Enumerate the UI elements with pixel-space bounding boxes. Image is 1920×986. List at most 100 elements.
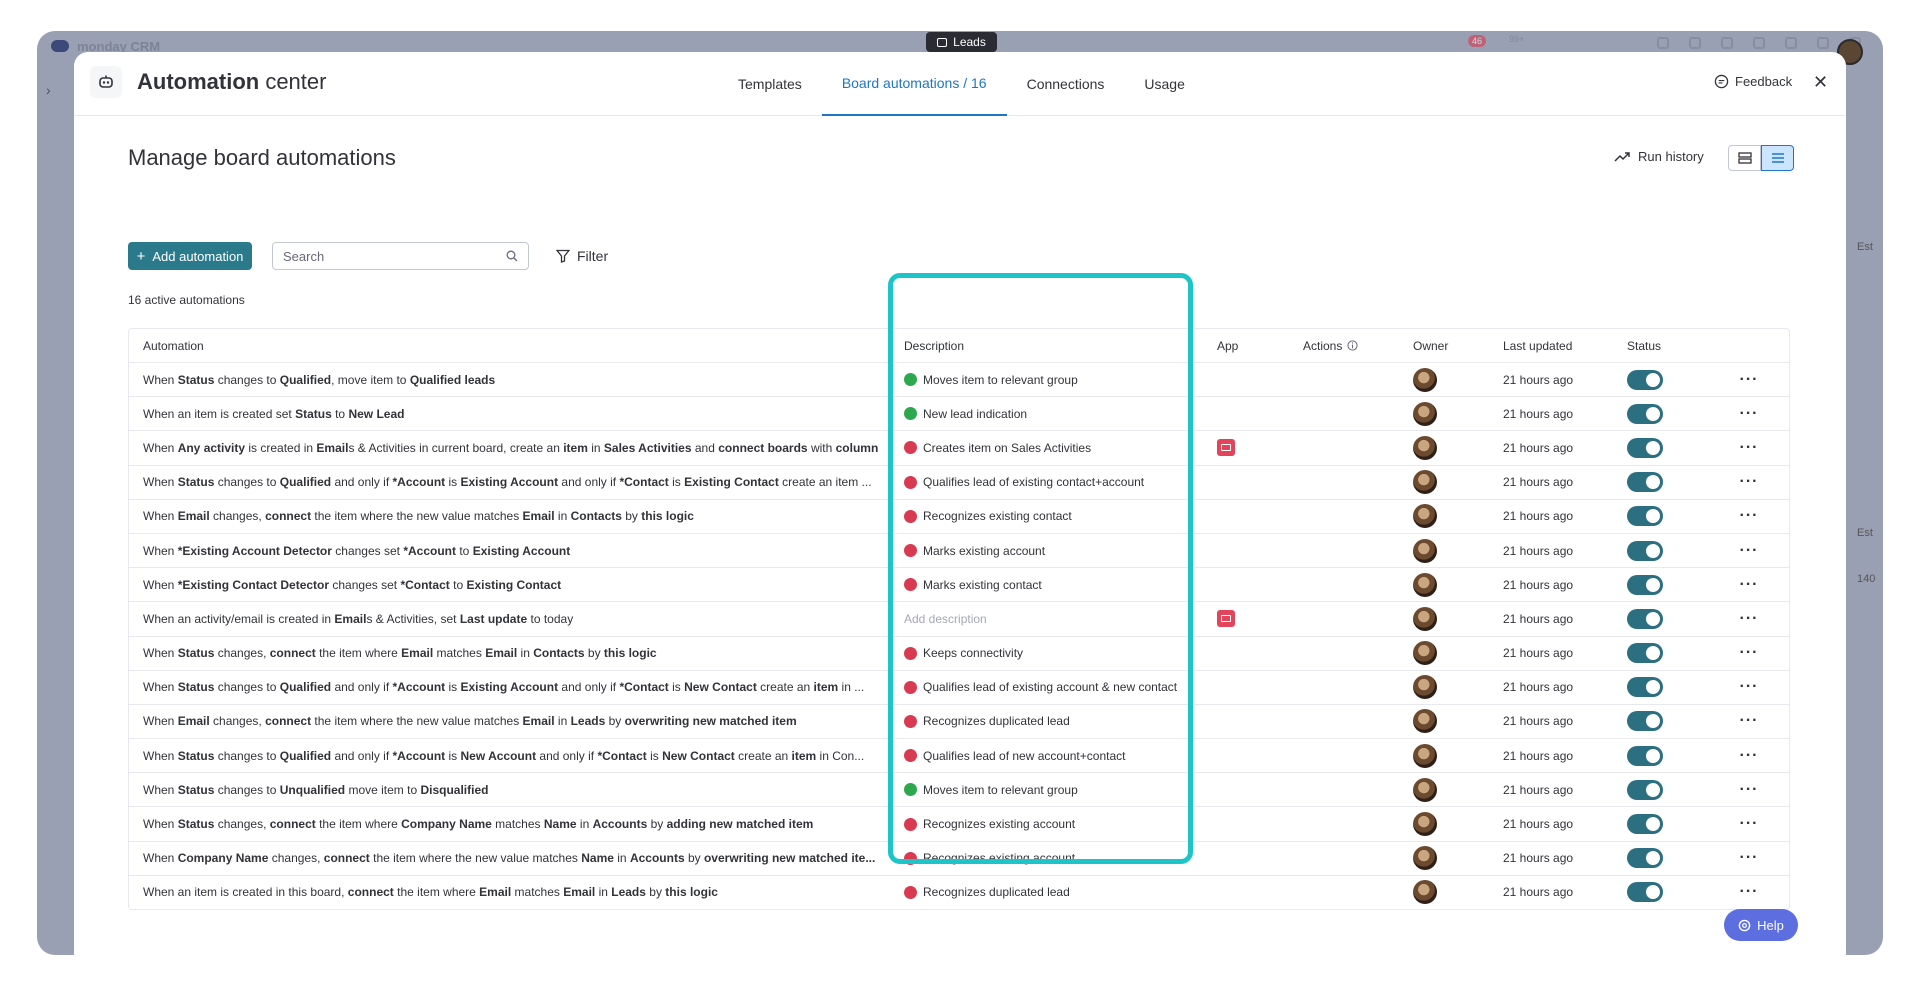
apps-icon[interactable]	[1753, 37, 1765, 49]
help-button[interactable]: Help	[1724, 909, 1798, 941]
automation-description[interactable]: Marks existing account	[889, 544, 1193, 558]
status-toggle[interactable]	[1627, 711, 1663, 732]
table-row[interactable]: When an activity/email is created in Ema…	[129, 601, 1789, 635]
inbox-icon[interactable]	[1689, 37, 1701, 49]
automation-recipe[interactable]: When Any activity is created in Emails &…	[129, 441, 889, 455]
table-row[interactable]: When Email changes, connect the item whe…	[129, 498, 1789, 533]
search-input[interactable]	[283, 248, 483, 264]
tab-board-automations[interactable]: Board automations / 16	[821, 52, 1007, 116]
automation-description[interactable]: Recognizes existing account	[889, 851, 1193, 865]
automation-recipe[interactable]: When Status changes, connect the item wh…	[129, 817, 889, 831]
card-view-icon[interactable]	[1728, 145, 1761, 171]
table-row[interactable]: When Status changes to Qualified and onl…	[129, 464, 1789, 499]
run-history-button[interactable]: Run history	[1614, 149, 1704, 164]
table-row[interactable]: When *Existing Account Detector changes …	[129, 532, 1789, 567]
tab-connections[interactable]: Connections	[1007, 52, 1125, 116]
table-row[interactable]: When Status changes to Qualified and onl…	[129, 738, 1789, 772]
automation-recipe[interactable]: When Email changes, connect the item whe…	[129, 714, 889, 728]
table-row[interactable]: When Company Name changes, connect the i…	[129, 840, 1789, 875]
status-toggle[interactable]	[1627, 848, 1663, 869]
add-automation-button[interactable]: + Add automation	[128, 242, 252, 270]
automation-description[interactable]: Qualifies lead of new account+contact	[889, 749, 1193, 763]
automation-description[interactable]: Recognizes duplicated lead	[889, 714, 1193, 728]
close-icon[interactable]: ✕	[1813, 72, 1828, 93]
info-icon[interactable]	[1347, 340, 1358, 351]
automation-recipe[interactable]: When Status changes to Qualified, move i…	[129, 373, 889, 387]
column-header-automation[interactable]: Automation	[129, 339, 889, 353]
column-header-owner[interactable]: Owner	[1413, 339, 1503, 353]
automation-description[interactable]: Recognizes duplicated lead	[889, 885, 1193, 899]
automation-recipe[interactable]: When an item is created in this board, c…	[129, 885, 889, 899]
tab-usage[interactable]: Usage	[1124, 52, 1204, 116]
table-row[interactable]: When Status changes, connect the item wh…	[129, 635, 1789, 670]
sidebar-expand-chevron-icon[interactable]: ›	[46, 82, 51, 98]
automation-recipe[interactable]: When Status changes to Unqualified move …	[129, 783, 889, 797]
automation-description[interactable]: Moves item to relevant group	[889, 373, 1193, 387]
automation-recipe[interactable]: When Status changes to Qualified and onl…	[129, 475, 889, 489]
automation-recipe[interactable]: When *Existing Account Detector changes …	[129, 544, 889, 558]
list-view-icon[interactable]	[1761, 145, 1794, 171]
automation-description[interactable]: Add description	[889, 612, 1193, 626]
more-options-icon[interactable]: ···	[1719, 576, 1779, 594]
table-row[interactable]: When Status changes to Qualified and onl…	[129, 669, 1789, 704]
automation-recipe[interactable]: When *Existing Contact Detector changes …	[129, 578, 889, 592]
table-row[interactable]: When Any activity is created in Emails &…	[129, 430, 1789, 464]
status-toggle[interactable]	[1627, 608, 1663, 629]
status-toggle[interactable]	[1627, 437, 1663, 458]
status-toggle[interactable]	[1627, 506, 1663, 527]
more-options-icon[interactable]: ···	[1719, 712, 1779, 730]
more-options-icon[interactable]: ···	[1719, 883, 1779, 901]
more-options-icon[interactable]: ···	[1719, 849, 1779, 867]
automation-description[interactable]: Qualifies lead of existing account & new…	[889, 680, 1193, 694]
automation-recipe[interactable]: When Status changes to Qualified and onl…	[129, 680, 889, 694]
more-options-icon[interactable]: ···	[1719, 507, 1779, 525]
more-options-icon[interactable]: ···	[1719, 439, 1779, 457]
status-toggle[interactable]	[1627, 369, 1663, 390]
automation-recipe[interactable]: When an item is created set Status to Ne…	[129, 407, 889, 421]
column-header-actions[interactable]: Actions	[1303, 339, 1413, 353]
help-icon[interactable]	[1817, 37, 1829, 49]
more-options-icon[interactable]: ···	[1719, 678, 1779, 696]
filter-button[interactable]: Filter	[556, 248, 608, 264]
tab-templates[interactable]: Templates	[718, 52, 822, 116]
table-row[interactable]: When *Existing Contact Detector changes …	[129, 567, 1789, 601]
status-toggle[interactable]	[1627, 814, 1663, 835]
more-options-icon[interactable]: ···	[1719, 781, 1779, 799]
status-toggle[interactable]	[1627, 745, 1663, 766]
table-row[interactable]: When an item is created in this board, c…	[129, 874, 1789, 909]
automation-recipe[interactable]: When an activity/email is created in Ema…	[129, 612, 889, 626]
notification-icon[interactable]	[1657, 37, 1669, 49]
automation-recipe[interactable]: When Status changes to Qualified and onl…	[129, 749, 889, 763]
status-toggle[interactable]	[1627, 643, 1663, 664]
automation-description[interactable]: Qualifies lead of existing contact+accou…	[889, 475, 1193, 489]
more-options-icon[interactable]: ···	[1719, 815, 1779, 833]
column-header-status[interactable]: Status	[1627, 339, 1719, 353]
column-header-description[interactable]: Description	[889, 339, 1193, 353]
status-toggle[interactable]	[1627, 472, 1663, 493]
table-row[interactable]: When Email changes, connect the item whe…	[129, 703, 1789, 738]
automation-description[interactable]: Keeps connectivity	[889, 646, 1193, 660]
table-row[interactable]: When Status changes to Qualified, move i…	[129, 362, 1789, 396]
status-toggle[interactable]	[1627, 574, 1663, 595]
column-header-last-updated[interactable]: Last updated	[1503, 339, 1627, 353]
more-options-icon[interactable]: ···	[1719, 371, 1779, 389]
search-icon[interactable]	[1785, 37, 1797, 49]
automation-description[interactable]: New lead indication	[889, 407, 1193, 421]
automation-recipe[interactable]: When Email changes, connect the item whe…	[129, 509, 889, 523]
status-toggle[interactable]	[1627, 882, 1663, 903]
automation-description[interactable]: Marks existing contact	[889, 578, 1193, 592]
automation-description[interactable]: Creates item on Sales Activities	[889, 441, 1193, 455]
status-toggle[interactable]	[1627, 540, 1663, 561]
search-field[interactable]	[272, 242, 529, 270]
table-row[interactable]: When an item is created set Status to Ne…	[129, 396, 1789, 430]
table-row[interactable]: When Status changes to Unqualified move …	[129, 772, 1789, 806]
feedback-button[interactable]: Feedback	[1714, 74, 1792, 89]
more-options-icon[interactable]: ···	[1719, 542, 1779, 560]
more-options-icon[interactable]: ···	[1719, 473, 1779, 491]
more-options-icon[interactable]: ···	[1719, 610, 1779, 628]
automation-description[interactable]: Moves item to relevant group	[889, 783, 1193, 797]
status-toggle[interactable]	[1627, 403, 1663, 424]
status-toggle[interactable]	[1627, 779, 1663, 800]
automation-recipe[interactable]: When Status changes, connect the item wh…	[129, 646, 889, 660]
more-options-icon[interactable]: ···	[1719, 747, 1779, 765]
